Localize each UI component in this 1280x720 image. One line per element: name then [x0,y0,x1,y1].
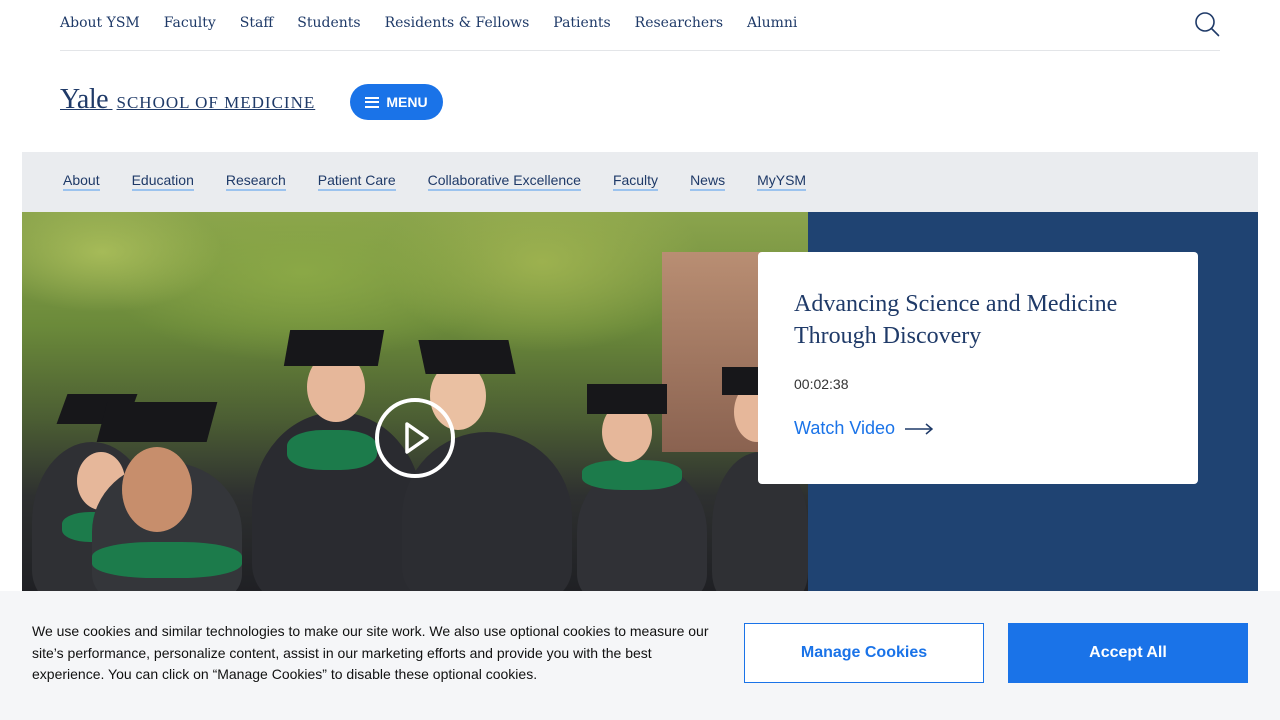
menu-button-label: MENU [386,94,428,110]
cookie-banner: We use cookies and similar technologies … [0,591,1280,720]
utility-link-patients[interactable]: Patients [553,15,610,31]
section-nav-myysm[interactable]: MyYSM [757,172,807,191]
manage-cookies-button[interactable]: Manage Cookies [744,623,984,683]
hamburger-icon [365,96,380,108]
watch-video-link[interactable]: Watch Video [794,418,934,439]
utility-link-staff[interactable]: Staff [240,15,274,31]
menu-button[interactable]: MENU [350,84,443,120]
utility-link-faculty[interactable]: Faculty [164,15,216,31]
hero-photo-graduates [22,212,808,591]
play-icon [405,422,429,454]
search-icon[interactable] [1194,11,1220,37]
section-nav-collaborative-excellence[interactable]: Collaborative Excellence [427,172,581,191]
arrow-right-icon [905,422,934,435]
utility-link-students[interactable]: Students [297,15,360,31]
section-nav: About Education Research Patient Care Co… [22,152,1258,212]
section-nav-faculty[interactable]: Faculty [612,172,659,191]
video-card: Advancing Science and Medicine Through D… [758,252,1198,484]
section-nav-patient-care[interactable]: Patient Care [317,172,396,191]
cookie-message: We use cookies and similar technologies … [32,623,709,682]
video-title: Advancing Science and Medicine Through D… [794,291,1118,349]
section-nav-education[interactable]: Education [131,172,194,191]
section-nav-research[interactable]: Research [225,172,286,191]
section-nav-about[interactable]: About [63,172,100,191]
utility-nav: About YSM Faculty Staff Students Residen… [60,0,1220,51]
utility-link-researchers[interactable]: Researchers [635,15,723,31]
watch-video-label: Watch Video [794,418,896,438]
logo-yale: Yale [60,84,109,115]
site-logo[interactable]: Yale SCHOOL OF MEDICINE [60,84,315,116]
logo-school: SCHOOL OF MEDICINE [116,93,316,112]
utility-link-about-ysm[interactable]: About YSM [60,15,140,31]
video-duration: 00:02:38 [794,376,849,392]
utility-links: About YSM Faculty Staff Students Residen… [60,15,821,31]
hero: Advancing Science and Medicine Through D… [22,212,1258,591]
play-video-button[interactable] [375,398,455,478]
accept-all-button[interactable]: Accept All [1008,623,1248,683]
utility-link-alumni[interactable]: Alumni [747,15,797,31]
utility-link-residents-fellows[interactable]: Residents & Fellows [385,15,530,31]
section-nav-news[interactable]: News [690,172,726,191]
